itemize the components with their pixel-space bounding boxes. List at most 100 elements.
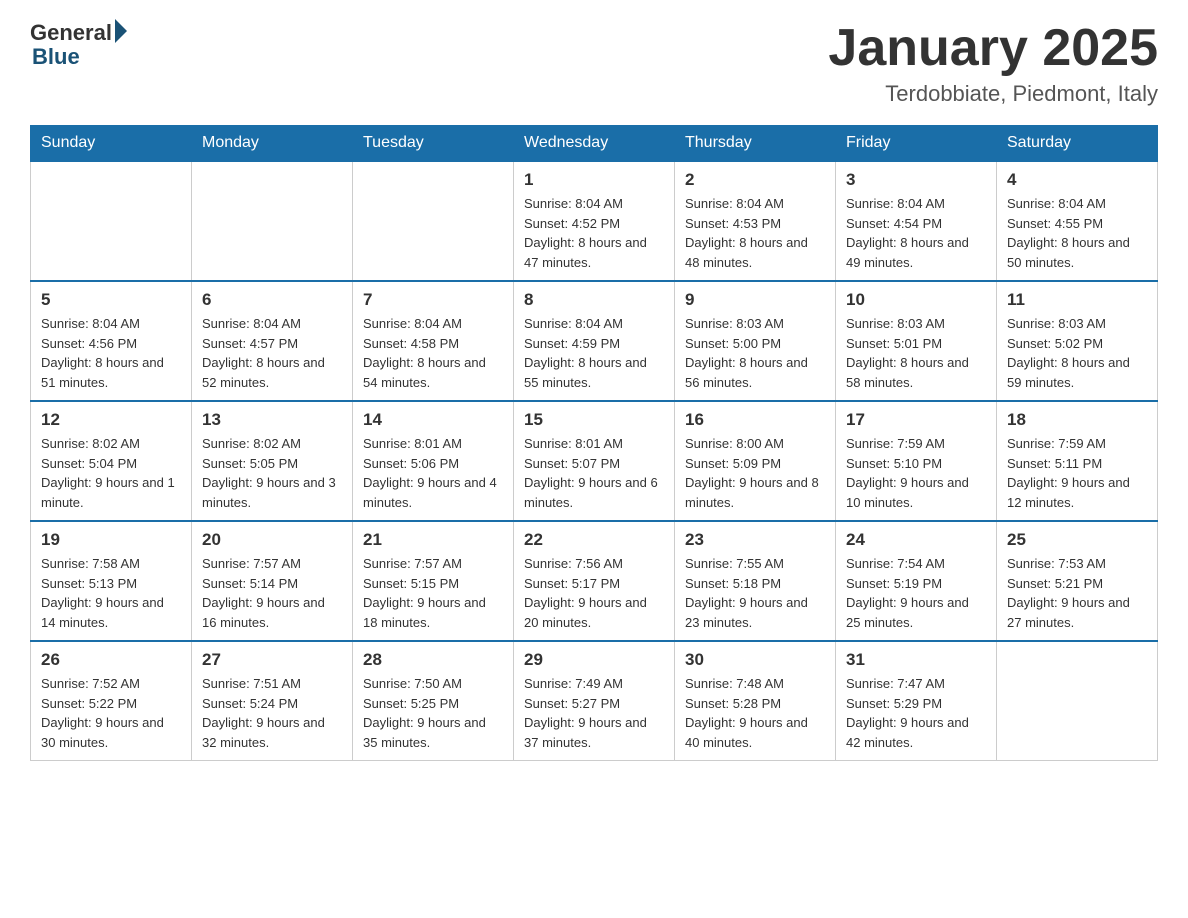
day-info: Sunrise: 7:47 AM Sunset: 5:29 PM Dayligh… bbox=[846, 674, 986, 752]
day-number: 14 bbox=[363, 410, 503, 430]
day-number: 8 bbox=[524, 290, 664, 310]
day-number: 30 bbox=[685, 650, 825, 670]
day-info: Sunrise: 8:04 AM Sunset: 4:56 PM Dayligh… bbox=[41, 314, 181, 392]
day-info: Sunrise: 7:51 AM Sunset: 5:24 PM Dayligh… bbox=[202, 674, 342, 752]
day-info: Sunrise: 7:59 AM Sunset: 5:10 PM Dayligh… bbox=[846, 434, 986, 512]
day-info: Sunrise: 8:04 AM Sunset: 4:59 PM Dayligh… bbox=[524, 314, 664, 392]
day-number: 28 bbox=[363, 650, 503, 670]
day-number: 3 bbox=[846, 170, 986, 190]
day-info: Sunrise: 7:54 AM Sunset: 5:19 PM Dayligh… bbox=[846, 554, 986, 632]
day-info: Sunrise: 7:57 AM Sunset: 5:14 PM Dayligh… bbox=[202, 554, 342, 632]
day-number: 4 bbox=[1007, 170, 1147, 190]
calendar-cell bbox=[31, 161, 192, 281]
day-number: 18 bbox=[1007, 410, 1147, 430]
day-number: 21 bbox=[363, 530, 503, 550]
day-number: 12 bbox=[41, 410, 181, 430]
calendar-cell: 13 Sunrise: 8:02 AM Sunset: 5:05 PM Dayli… bbox=[192, 401, 353, 521]
calendar-cell: 19Sunrise: 7:58 AM Sunset: 5:13 PM Dayli… bbox=[31, 521, 192, 641]
calendar-header-sunday: Sunday bbox=[31, 126, 192, 162]
day-info: Sunrise: 7:56 AM Sunset: 5:17 PM Dayligh… bbox=[524, 554, 664, 632]
logo-arrow-icon bbox=[115, 19, 127, 43]
calendar-cell: 9 Sunrise: 8:03 AM Sunset: 5:00 PM Daylig… bbox=[675, 281, 836, 401]
calendar-table: SundayMondayTuesdayWednesdayThursdayFrid… bbox=[30, 125, 1158, 761]
calendar-cell: 1 Sunrise: 8:04 AM Sunset: 4:52 PM Daylig… bbox=[514, 161, 675, 281]
calendar-cell: 27 Sunrise: 7:51 AM Sunset: 5:24 PM Dayli… bbox=[192, 641, 353, 761]
day-number: 5 bbox=[41, 290, 181, 310]
calendar-cell: 24Sunrise: 7:54 AM Sunset: 5:19 PM Dayli… bbox=[836, 521, 997, 641]
calendar-cell: 23Sunrise: 7:55 AM Sunset: 5:18 PM Dayli… bbox=[675, 521, 836, 641]
week-row-1: 1 Sunrise: 8:04 AM Sunset: 4:52 PM Daylig… bbox=[31, 161, 1158, 281]
calendar-cell: 3 Sunrise: 8:04 AM Sunset: 4:54 PM Daylig… bbox=[836, 161, 997, 281]
day-info: Sunrise: 7:59 AM Sunset: 5:11 PM Dayligh… bbox=[1007, 434, 1147, 512]
day-info: Sunrise: 8:02 AM Sunset: 5:04 PM Dayligh… bbox=[41, 434, 181, 512]
calendar-cell: 12 Sunrise: 8:02 AM Sunset: 5:04 PM Dayli… bbox=[31, 401, 192, 521]
calendar-cell: 11Sunrise: 8:03 AM Sunset: 5:02 PM Dayli… bbox=[997, 281, 1158, 401]
day-info: Sunrise: 7:50 AM Sunset: 5:25 PM Dayligh… bbox=[363, 674, 503, 752]
day-number: 6 bbox=[202, 290, 342, 310]
logo-blue-text: Blue bbox=[30, 44, 80, 70]
calendar-cell: 7Sunrise: 8:04 AM Sunset: 4:58 PM Daylig… bbox=[353, 281, 514, 401]
calendar-header-wednesday: Wednesday bbox=[514, 126, 675, 162]
day-info: Sunrise: 8:04 AM Sunset: 4:54 PM Dayligh… bbox=[846, 194, 986, 272]
day-info: Sunrise: 8:03 AM Sunset: 5:01 PM Dayligh… bbox=[846, 314, 986, 392]
day-info: Sunrise: 8:04 AM Sunset: 4:52 PM Dayligh… bbox=[524, 194, 664, 272]
day-info: Sunrise: 8:03 AM Sunset: 5:00 PM Dayligh… bbox=[685, 314, 825, 392]
calendar-cell: 5 Sunrise: 8:04 AM Sunset: 4:56 PM Daylig… bbox=[31, 281, 192, 401]
calendar-cell: 20 Sunrise: 7:57 AM Sunset: 5:14 PM Dayli… bbox=[192, 521, 353, 641]
day-number: 10 bbox=[846, 290, 986, 310]
calendar-cell: 16 Sunrise: 8:00 AM Sunset: 5:09 PM Dayli… bbox=[675, 401, 836, 521]
calendar-header-saturday: Saturday bbox=[997, 126, 1158, 162]
day-info: Sunrise: 8:04 AM Sunset: 4:53 PM Dayligh… bbox=[685, 194, 825, 272]
calendar-cell: 15 Sunrise: 8:01 AM Sunset: 5:07 PM Dayli… bbox=[514, 401, 675, 521]
calendar-cell: 26 Sunrise: 7:52 AM Sunset: 5:22 PM Dayli… bbox=[31, 641, 192, 761]
day-info: Sunrise: 7:55 AM Sunset: 5:18 PM Dayligh… bbox=[685, 554, 825, 632]
day-number: 22 bbox=[524, 530, 664, 550]
day-number: 26 bbox=[41, 650, 181, 670]
day-info: Sunrise: 7:48 AM Sunset: 5:28 PM Dayligh… bbox=[685, 674, 825, 752]
day-info: Sunrise: 8:01 AM Sunset: 5:07 PM Dayligh… bbox=[524, 434, 664, 512]
calendar-cell: 25Sunrise: 7:53 AM Sunset: 5:21 PM Dayli… bbox=[997, 521, 1158, 641]
logo: General Blue bbox=[30, 20, 127, 70]
calendar-cell: 4 Sunrise: 8:04 AM Sunset: 4:55 PM Daylig… bbox=[997, 161, 1158, 281]
calendar-cell: 14 Sunrise: 8:01 AM Sunset: 5:06 PM Dayli… bbox=[353, 401, 514, 521]
calendar-cell bbox=[353, 161, 514, 281]
calendar-cell: 30 Sunrise: 7:48 AM Sunset: 5:28 PM Dayli… bbox=[675, 641, 836, 761]
week-row-5: 26 Sunrise: 7:52 AM Sunset: 5:22 PM Dayli… bbox=[31, 641, 1158, 761]
day-number: 31 bbox=[846, 650, 986, 670]
day-number: 17 bbox=[846, 410, 986, 430]
calendar-cell: 31 Sunrise: 7:47 AM Sunset: 5:29 PM Dayli… bbox=[836, 641, 997, 761]
day-number: 13 bbox=[202, 410, 342, 430]
calendar-cell: 22 Sunrise: 7:56 AM Sunset: 5:17 PM Dayli… bbox=[514, 521, 675, 641]
day-number: 15 bbox=[524, 410, 664, 430]
day-number: 20 bbox=[202, 530, 342, 550]
day-info: Sunrise: 7:49 AM Sunset: 5:27 PM Dayligh… bbox=[524, 674, 664, 752]
calendar-header-monday: Monday bbox=[192, 126, 353, 162]
location-subtitle: Terdobbiate, Piedmont, Italy bbox=[828, 81, 1158, 107]
day-number: 16 bbox=[685, 410, 825, 430]
calendar-cell: 17 Sunrise: 7:59 AM Sunset: 5:10 PM Dayli… bbox=[836, 401, 997, 521]
calendar-cell bbox=[997, 641, 1158, 761]
calendar-cell: 29 Sunrise: 7:49 AM Sunset: 5:27 PM Dayli… bbox=[514, 641, 675, 761]
day-info: Sunrise: 8:04 AM Sunset: 4:55 PM Dayligh… bbox=[1007, 194, 1147, 272]
calendar-cell: 21Sunrise: 7:57 AM Sunset: 5:15 PM Dayli… bbox=[353, 521, 514, 641]
calendar-cell: 28 Sunrise: 7:50 AM Sunset: 5:25 PM Dayli… bbox=[353, 641, 514, 761]
week-row-3: 12 Sunrise: 8:02 AM Sunset: 5:04 PM Dayli… bbox=[31, 401, 1158, 521]
week-row-2: 5 Sunrise: 8:04 AM Sunset: 4:56 PM Daylig… bbox=[31, 281, 1158, 401]
calendar-cell: 10 Sunrise: 8:03 AM Sunset: 5:01 PM Dayli… bbox=[836, 281, 997, 401]
calendar-header-tuesday: Tuesday bbox=[353, 126, 514, 162]
day-info: Sunrise: 8:00 AM Sunset: 5:09 PM Dayligh… bbox=[685, 434, 825, 512]
day-info: Sunrise: 7:58 AM Sunset: 5:13 PM Dayligh… bbox=[41, 554, 181, 632]
day-info: Sunrise: 8:02 AM Sunset: 5:05 PM Dayligh… bbox=[202, 434, 342, 512]
day-number: 2 bbox=[685, 170, 825, 190]
day-info: Sunrise: 7:52 AM Sunset: 5:22 PM Dayligh… bbox=[41, 674, 181, 752]
calendar-header-thursday: Thursday bbox=[675, 126, 836, 162]
day-info: Sunrise: 7:53 AM Sunset: 5:21 PM Dayligh… bbox=[1007, 554, 1147, 632]
calendar-header-friday: Friday bbox=[836, 126, 997, 162]
day-number: 27 bbox=[202, 650, 342, 670]
day-number: 1 bbox=[524, 170, 664, 190]
title-area: January 2025 Terdobbiate, Piedmont, Ital… bbox=[828, 20, 1158, 107]
day-info: Sunrise: 8:01 AM Sunset: 5:06 PM Dayligh… bbox=[363, 434, 503, 512]
day-number: 9 bbox=[685, 290, 825, 310]
day-number: 29 bbox=[524, 650, 664, 670]
calendar-cell bbox=[192, 161, 353, 281]
